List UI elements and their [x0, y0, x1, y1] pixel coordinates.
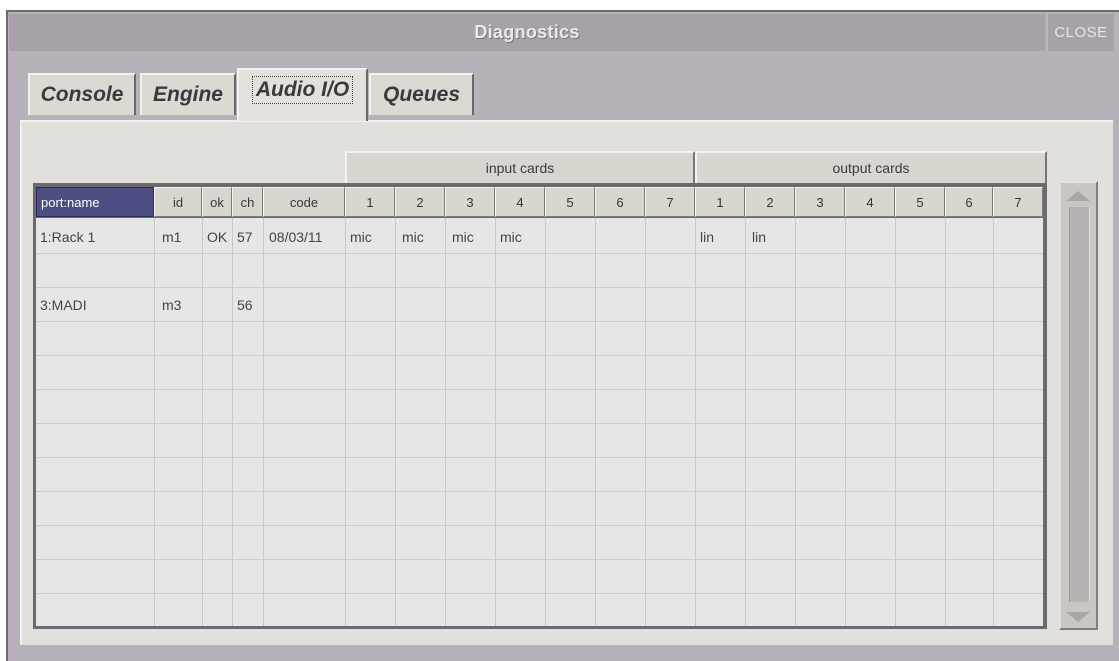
column-header-id[interactable]: id: [154, 187, 202, 217]
column-header-output-5[interactable]: 5: [895, 187, 945, 217]
grid-line: [845, 218, 846, 626]
grid-line: [36, 423, 1043, 424]
grid-line: [36, 457, 1043, 458]
column-header-ok[interactable]: ok: [202, 187, 232, 217]
grid-line: [36, 355, 1043, 356]
column-header-input-3[interactable]: 3: [445, 187, 495, 217]
column-header-output-2[interactable]: 2: [745, 187, 795, 217]
grid-line: [745, 218, 746, 626]
grid-line: [495, 218, 496, 626]
grid-line: [895, 218, 896, 626]
title-bar: Diagnostics: [9, 14, 1045, 51]
tab-queues-label: Queues: [382, 83, 461, 106]
grid-line: [945, 218, 946, 626]
grid-line: [993, 218, 994, 626]
grid-line: [645, 218, 646, 626]
grid-line: [36, 525, 1043, 526]
input-cards-header: input cards: [345, 151, 695, 183]
column-header-input-5[interactable]: 5: [545, 187, 595, 217]
vertical-scrollbar[interactable]: [1059, 181, 1098, 630]
tab-console-label: Console: [40, 83, 124, 106]
grid-line: [595, 218, 596, 626]
grid-line: [445, 218, 446, 626]
cell-ch[interactable]: 57: [237, 228, 253, 246]
cell-id[interactable]: m1: [162, 228, 181, 246]
grid-line: [395, 218, 396, 626]
tab-audio-io-label: Audio I/O: [251, 75, 354, 104]
column-header-input-2[interactable]: 2: [395, 187, 445, 217]
grid-line: [795, 218, 796, 626]
column-header-output-4[interactable]: 4: [845, 187, 895, 217]
cell-ok[interactable]: OK: [207, 228, 227, 246]
grid-line: [36, 491, 1043, 492]
cell-port-name[interactable]: 3:MADI: [40, 296, 87, 314]
close-button[interactable]: CLOSE: [1047, 14, 1114, 51]
output-cards-header: output cards: [695, 151, 1047, 183]
column-header-port-name[interactable]: port:name: [36, 187, 154, 217]
cell-output-1[interactable]: lin: [700, 228, 714, 246]
grid-line: [202, 218, 203, 626]
tab-engine-label: Engine: [152, 83, 223, 106]
cell-output-2[interactable]: lin: [752, 228, 766, 246]
cell-input-1[interactable]: mic: [350, 228, 372, 246]
grid-line: [695, 218, 696, 626]
cell-input-3[interactable]: mic: [452, 228, 474, 246]
column-header-input-4[interactable]: 4: [495, 187, 545, 217]
grid-line: [545, 218, 546, 626]
window-title: Diagnostics: [474, 22, 580, 42]
column-header-input-6[interactable]: 6: [595, 187, 645, 217]
grid-line: [345, 218, 346, 626]
column-header-ch[interactable]: ch: [232, 187, 263, 217]
grid-line: [36, 559, 1043, 560]
tab-audio-io[interactable]: Audio I/O: [237, 68, 368, 121]
cell-ch[interactable]: 56: [237, 296, 253, 314]
column-header-input-1[interactable]: 1: [345, 187, 395, 217]
grid-line: [154, 218, 155, 626]
tab-engine[interactable]: Engine: [140, 73, 236, 115]
cell-port-name[interactable]: 1:Rack 1: [40, 228, 95, 246]
column-header-output-3[interactable]: 3: [795, 187, 845, 217]
grid-line: [36, 253, 1043, 254]
cell-input-4[interactable]: mic: [500, 228, 522, 246]
scroll-track[interactable]: [1069, 207, 1090, 602]
grid-line: [36, 593, 1043, 594]
cell-id[interactable]: m3: [162, 296, 181, 314]
grid-line: [263, 218, 264, 626]
grid-line: [36, 287, 1043, 288]
column-header-code[interactable]: code: [263, 187, 345, 217]
tab-queues[interactable]: Queues: [369, 73, 474, 115]
grid-line: [36, 321, 1043, 322]
tab-console[interactable]: Console: [28, 73, 136, 115]
grid-line: [232, 218, 233, 626]
column-header-output-7[interactable]: 7: [993, 187, 1043, 217]
table-body: [36, 218, 1043, 626]
grid-line: [36, 389, 1043, 390]
cell-code[interactable]: 08/03/11: [269, 228, 322, 246]
column-header-output-6[interactable]: 6: [945, 187, 993, 217]
scroll-up-icon[interactable]: [1066, 191, 1090, 201]
cell-input-2[interactable]: mic: [402, 228, 424, 246]
column-header-input-7[interactable]: 7: [645, 187, 695, 217]
scroll-down-icon[interactable]: [1066, 612, 1090, 622]
column-header-output-1[interactable]: 1: [695, 187, 745, 217]
